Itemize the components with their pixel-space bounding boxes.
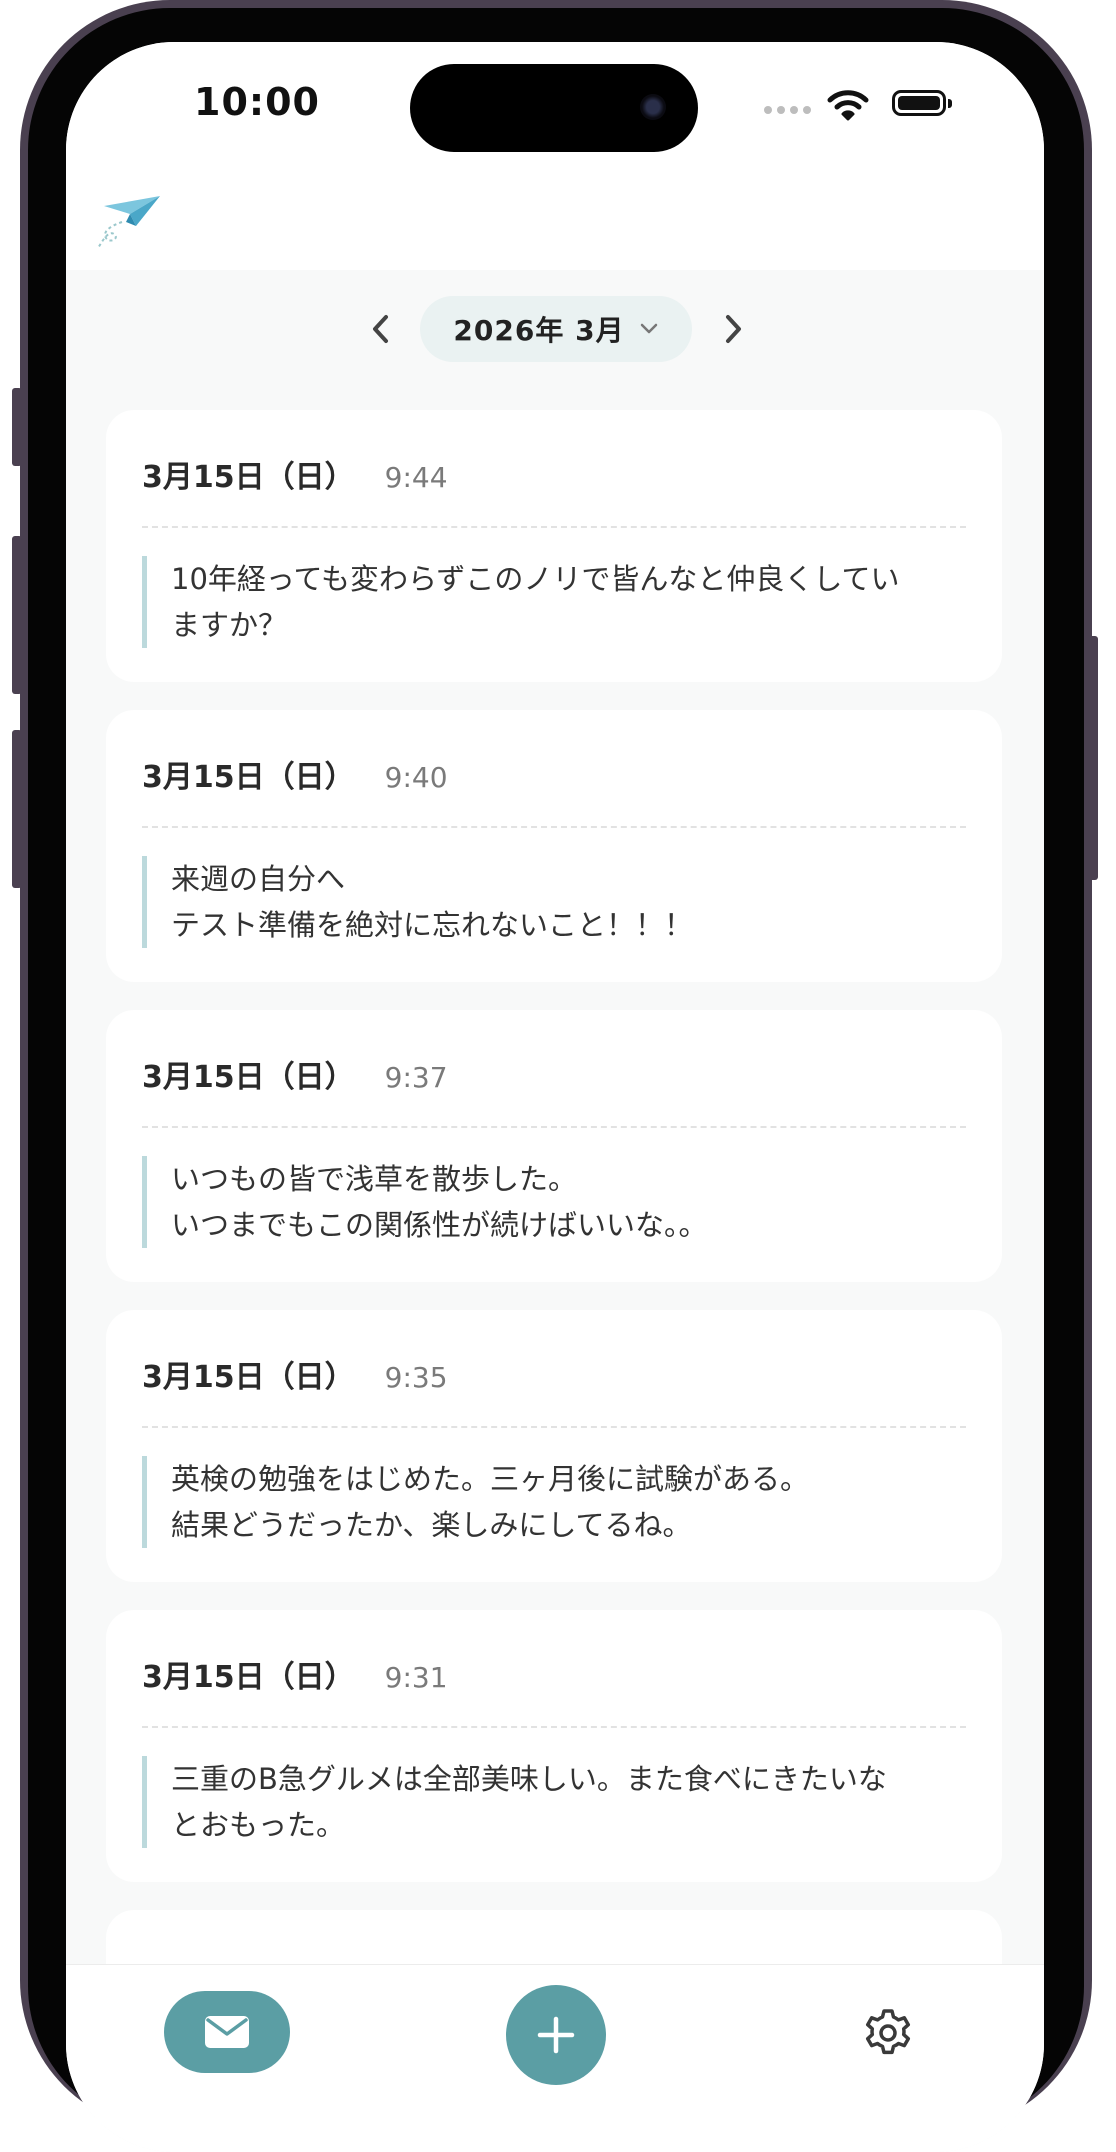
entry-date: 3月15日（日） <box>142 760 355 795</box>
entry-header: 3月15日（日） 9:31 <box>142 1652 966 1695</box>
entry-time: 9:31 <box>384 1661 448 1694</box>
entry-text-line: いつもの皆で浅草を散歩した。 <box>171 1162 578 1196</box>
wifi-icon <box>827 90 869 121</box>
entry-text-line: 10年経っても変わらずこのノリで皆んなと仲良くしてい <box>171 562 900 596</box>
entry-text-line: ますか？ <box>171 608 288 642</box>
entry-header: 3月15日（日） 9:37 <box>142 1052 966 1095</box>
side-button-silent <box>12 388 22 466</box>
entry-header: 3月15日（日） 9:44 <box>142 452 966 495</box>
entry-body: 三重のB急グルメは全部美味しい。また食べにきたいな とおもった。 <box>142 1756 966 1848</box>
phone-screen: 10:00 2026年 3月 3月15日（日） 9:44 10年経っても変わらず… <box>66 42 1044 2152</box>
month-selector[interactable]: 2026年 3月 <box>420 296 692 362</box>
entry-text-line: いつまでもこの関係性が続けばいいな。。 <box>171 1208 708 1242</box>
entry-text-line: とおもった。 <box>171 1808 346 1842</box>
prev-month-button[interactable] <box>354 302 408 356</box>
chevron-left-icon <box>373 315 388 343</box>
entry-divider <box>142 1426 966 1428</box>
chevron-right-icon <box>726 315 741 343</box>
next-month-button[interactable] <box>706 302 760 356</box>
settings-button[interactable] <box>862 2007 914 2059</box>
entry-card[interactable]: 3月15日（日） 9:35 英検の勉強をはじめた。三ヶ月後に試験がある。 結果ど… <box>106 1310 1002 1582</box>
entry-time: 9:44 <box>384 461 448 494</box>
entry-body: 来週の自分へ テスト準備を絶対に忘れないこと！！！ <box>142 856 966 948</box>
bottom-tab-bar <box>66 1964 1044 2152</box>
entry-body: 英検の勉強をはじめた。三ヶ月後に試験がある。 結果どうだったか、楽しみにしてるね… <box>142 1456 966 1548</box>
entry-card[interactable]: 3月15日（日） 9:37 いつもの皆で浅草を散歩した。 いつまでもこの関係性が… <box>106 1010 1002 1282</box>
entry-card[interactable]: 3月15日（日） 9:44 10年経っても変わらずこのノリで皆んなと仲良くしてい… <box>106 410 1002 682</box>
status-bar: 10:00 <box>66 42 1044 172</box>
entry-body: 10年経っても変わらずこのノリで皆んなと仲良くしてい ますか？ <box>142 556 966 648</box>
entry-date: 3月15日（日） <box>142 1360 355 1395</box>
entry-card[interactable]: 3月15日（日） 9:40 来週の自分へ テスト準備を絶対に忘れないこと！！！ <box>106 710 1002 982</box>
entry-time: 9:35 <box>384 1361 448 1394</box>
entry-divider <box>142 826 966 828</box>
add-entry-button[interactable] <box>506 1985 606 2085</box>
plus-icon <box>537 2016 575 2054</box>
entry-text-line: 来週の自分へ <box>171 862 346 896</box>
mail-button[interactable] <box>164 1991 290 2073</box>
entry-divider <box>142 526 966 528</box>
entry-date: 3月15日（日） <box>142 460 355 495</box>
entry-text-line: 結果どうだったか、楽しみにしてるね。 <box>171 1508 692 1542</box>
chevron-down-icon <box>640 323 657 334</box>
entry-text-line: 英検の勉強をはじめた。三ヶ月後に試験がある。 <box>171 1462 810 1496</box>
side-button-volume-down <box>12 730 22 888</box>
entry-header: 3月15日（日） 9:35 <box>142 1352 966 1395</box>
entry-list: 3月15日（日） 9:44 10年経っても変わらずこのノリで皆んなと仲良くしてい… <box>106 410 1002 2058</box>
envelope-icon <box>205 2016 249 2048</box>
entry-time: 9:37 <box>384 1061 448 1094</box>
gear-icon <box>865 2009 911 2055</box>
paper-plane-icon <box>97 196 160 249</box>
side-button-power <box>1088 636 1098 880</box>
month-navigator: 2026年 3月 <box>66 292 1044 366</box>
entry-header: 3月15日（日） 9:40 <box>142 752 966 795</box>
entry-divider <box>142 1126 966 1128</box>
entry-card[interactable]: 3月15日（日） 9:31 三重のB急グルメは全部美味しい。また食べにきたいな … <box>106 1610 1002 1882</box>
entry-text-line: テスト準備を絶対に忘れないこと！！！ <box>171 908 694 942</box>
status-time: 10:00 <box>194 80 320 124</box>
entry-divider <box>142 1726 966 1728</box>
entry-date: 3月15日（日） <box>142 1660 355 1695</box>
battery-icon <box>892 90 952 116</box>
entry-time: 9:40 <box>384 761 448 794</box>
entry-body: いつもの皆で浅草を散歩した。 いつまでもこの関係性が続けばいいな。。 <box>142 1156 966 1248</box>
entry-text-line: 三重のB急グルメは全部美味しい。また食べにきたいな <box>171 1762 887 1796</box>
month-label: 2026年 3月 <box>453 314 625 347</box>
app-header <box>66 172 1044 270</box>
side-button-volume-up <box>12 536 22 694</box>
entry-date: 3月15日（日） <box>142 1060 355 1095</box>
camera-icon <box>640 94 666 120</box>
cellular-signal-icon <box>764 106 811 114</box>
